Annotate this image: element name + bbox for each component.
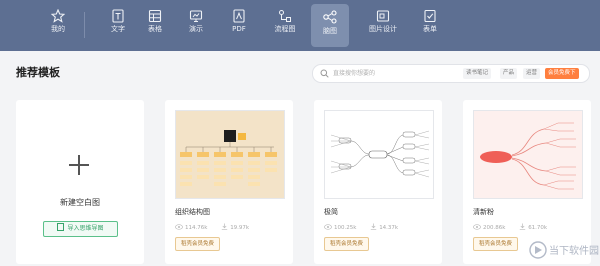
document-icon [112,9,124,23]
watermark-logo: 当下软件园 [528,238,600,262]
nav-item-mindmap[interactable]: 脑图 [311,4,349,47]
pink-mindmap-preview [480,122,576,190]
import-file-icon [57,223,65,231]
nav-label-mine: 我的 [51,25,65,33]
import-mindmap-button[interactable]: 导入思维导图 [43,221,118,237]
table-icon [148,9,162,23]
nav-item-flowchart[interactable]: 流程图 [265,0,305,51]
nav-item-form[interactable]: 表单 [410,0,450,51]
nav-label-presentation: 演示 [189,25,203,33]
nav-item-sheet[interactable]: 表格 [135,0,175,51]
star-icon [51,9,65,23]
download-icon [519,223,526,230]
template-views: 114.76k [185,225,208,231]
vip-free-badge[interactable]: 稻壳会员免费 [175,237,221,251]
new-blank-card[interactable]: 新建空白图 导入思维导图 [16,100,144,264]
nav-label-image-design: 图片设计 [369,25,397,33]
search-bar[interactable]: 读书笔记 产品 运营 会员免费下 [312,64,590,83]
nav-label-mindmap: 脑图 [323,27,337,35]
watermark-text: 当下软件园 [549,244,599,257]
section-title: 推荐模板 [16,66,60,79]
import-label: 导入思维导图 [67,225,104,232]
template-downloads: 14.37k [379,225,399,231]
form-icon [424,9,436,23]
top-nav-bar: 我的 文字 表格 演示 PDF 流程图 脑图 图片设计 表单 [0,0,600,51]
presentation-icon [189,10,203,22]
template-downloads: 61.70k [528,225,548,231]
nav-item-image-design[interactable]: 图片设计 [359,0,407,51]
image-design-icon [376,10,390,22]
eye-icon [473,224,481,230]
vip-free-badge[interactable]: 稻壳会员免费 [473,237,519,251]
template-views: 100.25k [334,225,357,231]
template-thumbnail [175,110,285,199]
template-stats: 100.25k 14.37k [324,223,410,231]
minimal-mindmap-preview [330,130,430,178]
eye-icon [175,224,183,230]
template-thumbnail [473,110,583,199]
search-input[interactable] [333,67,463,79]
template-views: 200.86k [483,225,506,231]
nav-label-form: 表单 [423,25,437,33]
template-name: 清新粉 [473,208,494,216]
nav-item-text[interactable]: 文字 [98,0,138,51]
flowchart-icon [279,10,291,22]
mindmap-icon [323,10,337,24]
template-name: 极简 [324,208,338,216]
search-tag-product[interactable]: 产品 [500,68,518,79]
watermark-graphic: 当下软件园 [529,241,599,259]
vip-free-badge[interactable]: 稻壳会员免费 [324,237,370,251]
template-thumbnail [324,110,434,199]
nav-label-flowchart: 流程图 [274,25,296,33]
search-icon [320,69,329,78]
nav-label-sheet: 表格 [148,25,162,33]
download-icon [370,223,377,230]
new-blank-title: 新建空白图 [60,198,100,207]
org-chart-preview [180,130,277,186]
eye-icon [324,224,332,230]
search-tag-operations[interactable]: 运营 [523,68,541,79]
pdf-icon [233,9,245,23]
template-downloads: 19.97k [230,225,250,231]
plus-icon [69,155,89,175]
template-card-minimal[interactable]: 极简 100.25k 14.37k 稻壳会员免费 [314,100,442,264]
nav-label-pdf: PDF [232,25,246,33]
nav-item-pdf[interactable]: PDF [219,0,259,51]
nav-label-text: 文字 [111,25,125,33]
template-stats: 114.76k 19.97k [175,223,261,231]
download-icon [221,223,228,230]
template-name: 组织结构图 [175,208,210,216]
search-tag-reading-notes[interactable]: 读书笔记 [463,68,492,79]
nav-item-presentation[interactable]: 演示 [176,0,216,51]
search-tag-vip-free[interactable]: 会员免费下 [545,68,579,79]
template-stats: 200.86k 61.70k [473,223,559,231]
nav-divider [84,12,85,38]
nav-item-mine[interactable]: 我的 [38,0,78,51]
template-card-org-chart[interactable]: 组织结构图 114.76k 19.97k 稻壳会员免费 [165,100,293,264]
